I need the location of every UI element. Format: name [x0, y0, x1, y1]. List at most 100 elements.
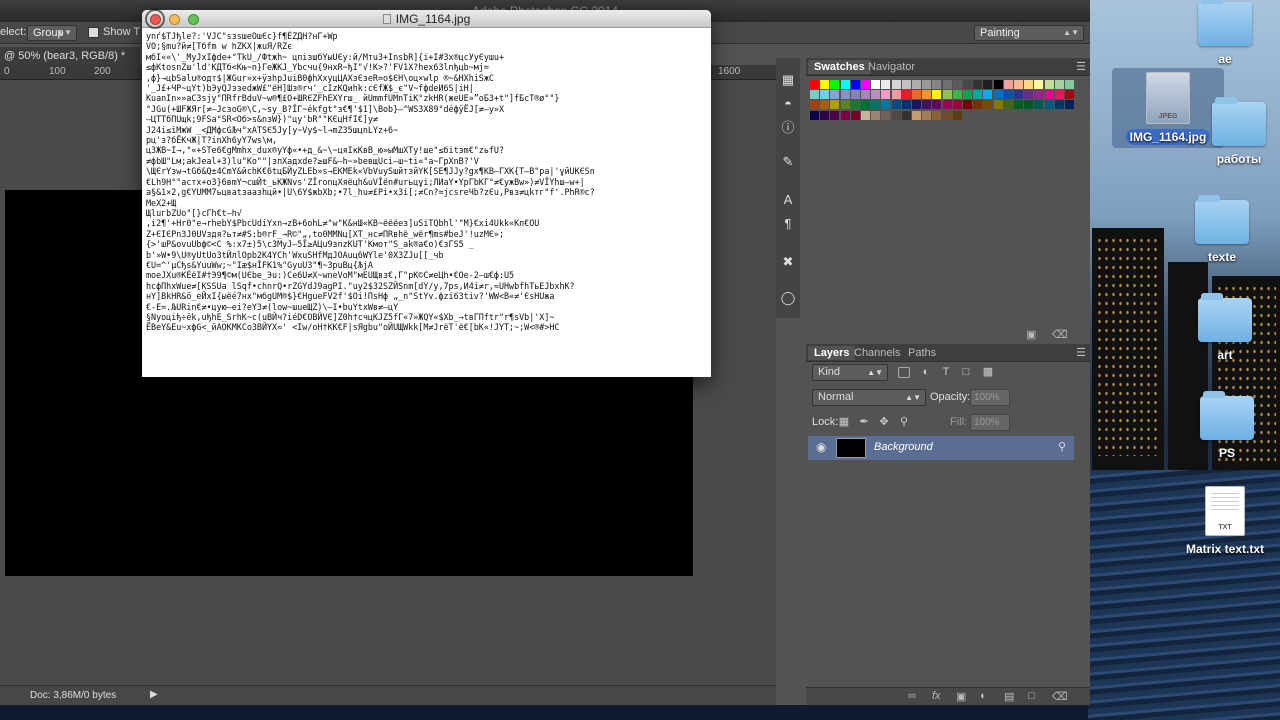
desktop-folder-texte[interactable]: texte: [1167, 195, 1277, 264]
swatch[interactable]: [993, 90, 1003, 100]
swatch[interactable]: [1034, 80, 1044, 89]
adjustments-icon[interactable]: ◓: [780, 96, 796, 112]
swatch[interactable]: [861, 80, 870, 89]
swatch[interactable]: [881, 90, 891, 100]
swatch[interactable]: [952, 90, 962, 100]
swatch[interactable]: [840, 90, 850, 100]
panel-menu-icon[interactable]: ☰: [1076, 60, 1086, 73]
desktop-folder-ae[interactable]: ae: [1170, 0, 1280, 66]
swatch[interactable]: [901, 90, 911, 100]
smart-object-filter-icon[interactable]: ▩: [982, 366, 994, 378]
swatch[interactable]: [1003, 90, 1013, 100]
fx-icon[interactable]: fx: [932, 690, 941, 702]
lock-image-icon[interactable]: ✒: [858, 416, 870, 428]
swatch[interactable]: [1003, 100, 1013, 110]
shape-filter-icon[interactable]: □: [960, 366, 972, 378]
adjustment-filter-icon[interactable]: ◐: [920, 366, 932, 378]
link-layers-icon[interactable]: ∞: [908, 690, 916, 702]
swatch[interactable]: [912, 80, 921, 89]
swatch[interactable]: [922, 100, 932, 110]
swatch[interactable]: [993, 80, 1003, 89]
swatch[interactable]: [942, 100, 952, 110]
image-viewer-window[interactable]: IMG_1164.jpg ynѓ$TJђle?:'VJC"sзsшeОшЄc}f…: [142, 10, 711, 377]
swatch[interactable]: [891, 110, 901, 120]
swatch[interactable]: [1034, 100, 1044, 110]
swatch[interactable]: [1003, 80, 1013, 89]
swatch[interactable]: [922, 110, 932, 120]
swatch[interactable]: [1024, 80, 1034, 89]
swatch[interactable]: [891, 90, 901, 100]
swatch[interactable]: [1054, 80, 1064, 89]
swatch[interactable]: [850, 90, 860, 100]
swatch[interactable]: [1024, 90, 1034, 100]
swatch[interactable]: [952, 100, 962, 110]
swatch[interactable]: [820, 80, 830, 89]
swatch[interactable]: [912, 100, 921, 110]
tab-channels[interactable]: Channels: [848, 346, 906, 360]
pixel-filter-icon[interactable]: [898, 367, 910, 378]
swatch[interactable]: [871, 90, 881, 100]
swatch[interactable]: [1024, 100, 1034, 110]
swatch[interactable]: [983, 80, 993, 89]
swatch[interactable]: [922, 90, 932, 100]
swatch[interactable]: [881, 80, 891, 89]
adjustment-layer-icon[interactable]: ◐: [980, 690, 987, 702]
swatch[interactable]: [840, 80, 850, 89]
character-icon[interactable]: A: [780, 192, 796, 208]
show-transform-checkbox[interactable]: [88, 27, 99, 38]
auto-select-dropdown[interactable]: Group ▲▼: [27, 25, 77, 41]
swatch[interactable]: [871, 110, 881, 120]
swatch[interactable]: [932, 100, 942, 110]
swatch[interactable]: [912, 110, 921, 120]
swatch[interactable]: [1014, 90, 1023, 100]
info-icon[interactable]: ⓘ: [780, 120, 796, 136]
swatch[interactable]: [1014, 100, 1023, 110]
swatch[interactable]: [881, 110, 891, 120]
swatch[interactable]: [942, 80, 952, 89]
document-tab[interactable]: @ 50% (bear3, RGB/8) *: [0, 47, 140, 65]
swatch[interactable]: [871, 100, 881, 110]
new-swatch-icon[interactable]: ▣: [1026, 328, 1036, 341]
swatch[interactable]: [912, 90, 921, 100]
history-icon[interactable]: ▦: [780, 72, 796, 88]
tab-paths[interactable]: Paths: [902, 346, 942, 360]
swatch[interactable]: [1065, 100, 1074, 110]
swatch[interactable]: [810, 90, 819, 100]
fill-input[interactable]: 100%: [970, 414, 1010, 431]
swatch[interactable]: [830, 80, 840, 89]
swatch[interactable]: [830, 110, 840, 120]
swatch[interactable]: [820, 90, 830, 100]
desktop-folder-ps[interactable]: PS: [1172, 391, 1280, 460]
swatch[interactable]: [810, 110, 819, 120]
swatch[interactable]: [932, 80, 942, 89]
swatch[interactable]: [1044, 100, 1054, 110]
swatch[interactable]: [861, 100, 870, 110]
workspace-dropdown[interactable]: Painting ▲▼: [974, 25, 1084, 41]
swatch[interactable]: [810, 100, 819, 110]
desktop-folder-art[interactable]: art: [1170, 293, 1280, 362]
swatch[interactable]: [952, 80, 962, 89]
swatch[interactable]: [1044, 90, 1054, 100]
swatch[interactable]: [850, 100, 860, 110]
paragraph-icon[interactable]: ¶: [780, 216, 796, 232]
swatch[interactable]: [942, 90, 952, 100]
swatch[interactable]: [983, 100, 993, 110]
swatch[interactable]: [820, 100, 830, 110]
swatch[interactable]: [901, 80, 911, 89]
swatch[interactable]: [820, 110, 830, 120]
swatch[interactable]: [1065, 90, 1074, 100]
lock-all-icon[interactable]: ⚲: [898, 416, 910, 428]
panel-menu-icon[interactable]: ☰: [1076, 346, 1086, 359]
trash-icon[interactable]: ⌫: [1052, 328, 1068, 341]
layer-row-background[interactable]: ◉ Background ⚲: [808, 436, 1074, 460]
swatch[interactable]: [973, 80, 983, 89]
new-group-icon[interactable]: ▤: [1004, 690, 1014, 703]
new-layer-icon[interactable]: □: [1028, 690, 1035, 702]
swatch[interactable]: [973, 100, 983, 110]
swatch[interactable]: [1014, 80, 1023, 89]
add-mask-icon[interactable]: ▣: [956, 690, 966, 703]
viewer-titlebar[interactable]: IMG_1164.jpg: [142, 10, 711, 28]
swatch[interactable]: [963, 100, 972, 110]
swatch[interactable]: [840, 110, 850, 120]
swatch[interactable]: [1054, 100, 1064, 110]
